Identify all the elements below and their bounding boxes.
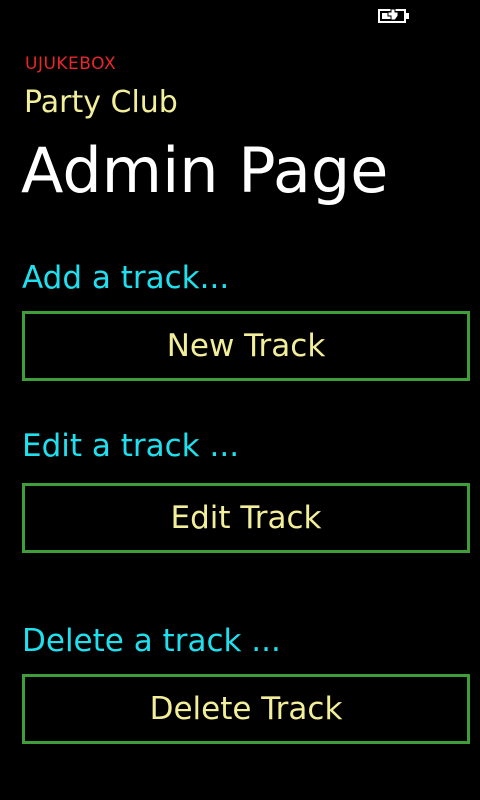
add-track-label: Add a track...	[22, 260, 230, 296]
page-subtitle: Party Club	[24, 85, 178, 120]
admin-page: UJUKEBOX Party Club Admin Page Add a tra…	[0, 0, 480, 800]
battery-charging-icon	[378, 8, 410, 24]
edit-track-button[interactable]: Edit Track	[22, 483, 470, 553]
status-bar	[0, 0, 480, 32]
page-title: Admin Page	[21, 134, 389, 207]
new-track-button-label: New Track	[166, 328, 326, 364]
new-track-button[interactable]: New Track	[22, 311, 470, 381]
edit-track-button-label: Edit Track	[170, 500, 322, 536]
delete-track-button[interactable]: Delete Track	[22, 674, 470, 744]
app-name: UJUKEBOX	[25, 54, 117, 74]
delete-track-label: Delete a track ...	[22, 623, 281, 659]
delete-track-button-label: Delete Track	[149, 691, 343, 727]
edit-track-label: Edit a track ...	[22, 428, 240, 464]
